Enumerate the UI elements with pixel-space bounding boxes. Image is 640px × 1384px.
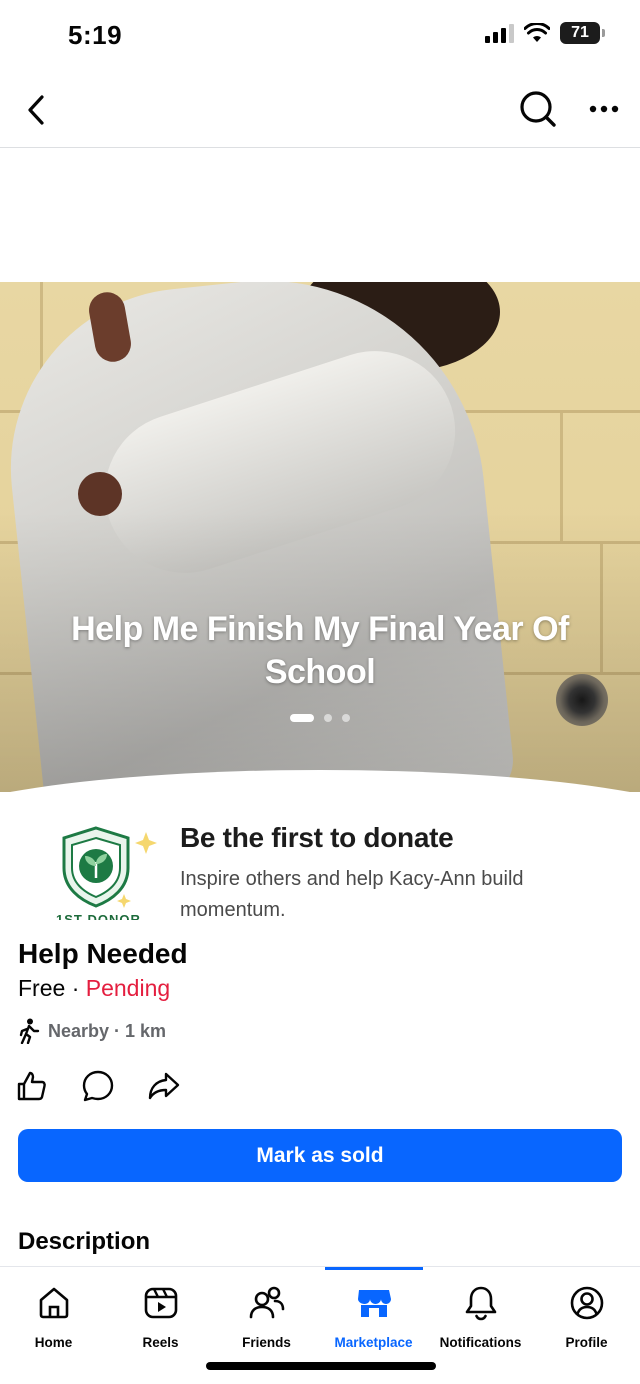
distance-text: Nearby · 1 km [48, 1020, 167, 1041]
donor-card-title: Be the first to donate [180, 822, 454, 853]
tab-label: Profile [565, 1335, 608, 1350]
tab-reels[interactable]: Reels [107, 1267, 214, 1357]
signal-icon [485, 23, 514, 43]
tab-label: Reels [142, 1335, 179, 1350]
listing-distance: Nearby · 1 km [18, 1018, 166, 1044]
share-icon [148, 1072, 180, 1100]
top-nav [0, 72, 640, 148]
listing-price: Free [18, 975, 66, 1001]
donor-card-subtitle: Inspire others and help Kacy-Ann build m… [180, 868, 524, 920]
battery-icon: 71 [560, 22, 605, 44]
more-horizontal-icon [589, 105, 619, 113]
wifi-icon [524, 23, 550, 42]
carousel-dot[interactable] [342, 714, 350, 722]
search-button[interactable] [516, 88, 560, 132]
carousel-dot[interactable] [324, 714, 332, 722]
listing-actions [14, 1066, 182, 1106]
tab-notifications[interactable]: Notifications [427, 1267, 534, 1357]
marketplace-icon [357, 1290, 391, 1317]
tab-marketplace[interactable]: Marketplace [320, 1267, 427, 1357]
tab-home[interactable]: Home [0, 1267, 107, 1357]
badge-label: 1ST DONOR [56, 912, 141, 920]
first-donor-card[interactable]: 1ST DONOR Be the first to donate Inspire… [0, 800, 640, 920]
tab-friends[interactable]: Friends [213, 1267, 320, 1357]
like-icon [17, 1071, 46, 1101]
search-icon [520, 91, 556, 127]
more-options-button[interactable] [582, 94, 626, 124]
tab-label: Friends [242, 1335, 291, 1350]
like-button[interactable] [14, 1066, 50, 1106]
tab-label: Marketplace [334, 1335, 413, 1350]
listing-title: Help Needed [18, 938, 188, 969]
home-icon [39, 1287, 68, 1319]
status-icons: 71 [485, 22, 605, 44]
status-pending: Pending [85, 975, 171, 1001]
comment-button[interactable] [80, 1066, 116, 1106]
battery-level: 71 [571, 24, 589, 41]
tab-label: Notifications [439, 1335, 522, 1350]
bell-icon [465, 1286, 496, 1321]
separator: · [71, 975, 80, 1001]
profile-icon [570, 1286, 603, 1320]
status-bar: 5:19 71 [0, 0, 640, 72]
listing-photo-carousel[interactable]: Help Me Finish My Final Year Of School [0, 282, 640, 792]
status-time: 5:19 [68, 20, 123, 50]
home-indicator [206, 1362, 436, 1370]
carousel-indicator [0, 714, 640, 722]
back-chevron-icon [28, 95, 44, 125]
friends-icon [249, 1286, 284, 1319]
share-button[interactable] [146, 1066, 182, 1106]
mark-as-sold-button[interactable]: Mark as sold [18, 1129, 622, 1182]
comment-icon [82, 1070, 114, 1102]
first-donor-badge-icon [62, 826, 157, 908]
back-button[interactable] [18, 90, 54, 130]
hero-title: Help Me Finish My Final Year Of School [71, 610, 569, 691]
reels-icon [144, 1287, 177, 1319]
walking-icon [19, 1018, 40, 1044]
price-status-line: Free · Pending [18, 975, 170, 1002]
tab-profile[interactable]: Profile [533, 1267, 640, 1357]
carousel-dot-active[interactable] [290, 714, 314, 722]
description-heading: Description [18, 1228, 151, 1255]
tab-label: Home [34, 1335, 73, 1350]
